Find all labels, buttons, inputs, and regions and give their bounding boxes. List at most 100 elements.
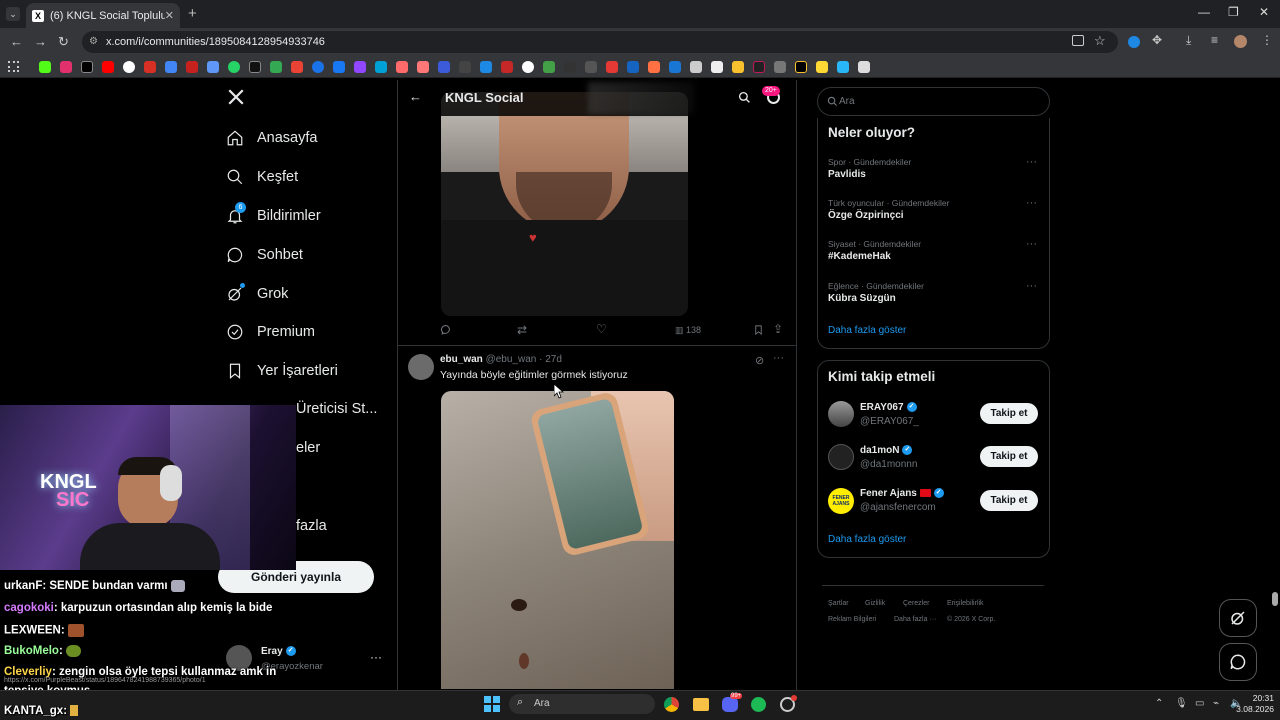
bookmark-icon-39[interactable] (837, 61, 849, 73)
bookmark-icon-23[interactable] (501, 61, 513, 73)
bookmark-icon-28[interactable] (606, 61, 618, 73)
footer-privacy[interactable]: Gizlilik (865, 600, 885, 607)
follow-show-more[interactable]: Daha fazla göster (828, 534, 906, 545)
menu-icon[interactable]: ⋮ (1261, 33, 1273, 47)
messages-float-button[interactable] (1219, 643, 1257, 681)
bookmark-icon-33[interactable] (711, 61, 723, 73)
bookmark-icon-5[interactable] (123, 61, 135, 73)
bookmark-icon-18[interactable] (396, 61, 408, 73)
share-icon[interactable]: ⇪ (773, 322, 783, 336)
post-image-1[interactable]: ♥ (441, 92, 688, 316)
bookmark-icon-27[interactable] (585, 61, 597, 73)
post-more-icon[interactable]: ··· (773, 352, 784, 364)
grok-float-button[interactable] (1219, 599, 1257, 637)
tab-active[interactable]: X (6) KNGL Social Topluluk / X ✕ (26, 3, 180, 28)
apps-icon[interactable] (8, 61, 19, 72)
avatar[interactable] (828, 444, 854, 470)
x-logo-icon[interactable] (227, 88, 245, 111)
spotify-icon[interactable] (751, 697, 766, 712)
follow-button[interactable]: Takip et (980, 446, 1038, 467)
taskbar-search[interactable]: ⌕ Ara (509, 694, 655, 714)
header-search-icon[interactable] (738, 91, 751, 109)
nav-home[interactable]: Anasayfa (226, 129, 317, 147)
bookmark-icon-32[interactable] (690, 61, 702, 73)
nav-creator-studio[interactable]: Üreticisi St... (296, 401, 377, 417)
repost-icon[interactable]: ⇄ (517, 323, 527, 337)
bookmark-icon-25[interactable] (543, 61, 555, 73)
trend-more-icon[interactable]: ··· (1026, 197, 1037, 209)
trend-name[interactable]: Özge Özpirinçci (828, 210, 904, 221)
bookmark-icon-10[interactable] (228, 61, 240, 73)
profile-avatar-icon[interactable] (1234, 35, 1247, 48)
bookmark-icon-36[interactable] (774, 61, 786, 73)
grok-post-icon[interactable]: ⊘ (755, 354, 764, 367)
discord-icon[interactable]: 99+ (722, 693, 743, 712)
back-icon[interactable]: ← (10, 34, 23, 49)
bookmark-icon-4[interactable] (102, 61, 114, 73)
bookmark-icon-38[interactable] (816, 61, 828, 73)
install-icon[interactable] (1072, 35, 1084, 46)
address-bar[interactable]: x.com/i/communities/1895084128954933746 (82, 31, 1118, 53)
bookmark-icon-16[interactable] (354, 61, 366, 73)
footer-accessibility[interactable]: Erişilebilirlik (947, 600, 984, 607)
tray-chevron-icon[interactable]: ⌃ (1155, 698, 1163, 709)
bookmark-icon-13[interactable] (291, 61, 303, 73)
download-icon[interactable]: ⤓ (1186, 33, 1191, 48)
tab-search-button[interactable]: ⌄ (6, 7, 20, 21)
views-stat[interactable]: ▥ 138 (675, 325, 701, 336)
suggested-account-name[interactable]: Fener Ajans ✓ (860, 488, 944, 499)
trend-more-icon[interactable]: ··· (1026, 156, 1037, 168)
footer-terms[interactable]: Şartlar (828, 600, 849, 607)
post-author-name[interactable]: ebu_wan (440, 354, 483, 365)
minimize-icon[interactable]: — (1198, 5, 1210, 19)
bookmark-icon-3[interactable] (81, 61, 93, 73)
bookmark-post-icon[interactable] (753, 323, 764, 341)
bookmark-icon-9[interactable] (207, 61, 219, 73)
bookmark-icon-19[interactable] (417, 61, 429, 73)
bookmark-icon-17[interactable] (375, 61, 387, 73)
extensions-icon[interactable]: ✥ (1152, 33, 1162, 47)
nav-lists[interactable]: eler (296, 440, 320, 456)
nav-explore[interactable]: Keşfet (226, 168, 298, 186)
new-tab-button[interactable]: + (188, 5, 197, 22)
page-scrollbar[interactable] (1272, 592, 1278, 606)
bookmark-icon-21[interactable] (459, 61, 471, 73)
bookmark-icon-1[interactable] (39, 61, 51, 73)
reload-icon[interactable]: ↻ (58, 34, 69, 50)
app-icon[interactable] (780, 695, 797, 712)
trend-more-icon[interactable]: ··· (1026, 238, 1037, 250)
follow-button[interactable]: Takip et (980, 490, 1038, 511)
bookmark-icon-15[interactable] (333, 61, 345, 73)
bookmark-icon-35[interactable] (753, 61, 765, 73)
search-bar[interactable]: Ara (817, 87, 1050, 116)
forward-icon[interactable]: → (34, 34, 47, 49)
bookmark-icon-24[interactable] (522, 61, 534, 73)
footer-more[interactable]: Daha fazla ··· (894, 616, 936, 623)
chrome-icon[interactable] (664, 697, 679, 712)
network-icon[interactable]: ⌁ (1213, 698, 1219, 709)
bookmark-icon-26[interactable] (564, 61, 576, 73)
trend-name[interactable]: #KademeHak (828, 251, 891, 262)
post-image-2[interactable] (441, 391, 674, 689)
suggested-account-name[interactable]: ERAY067 ✓ (860, 402, 917, 413)
bookmark-icon-40[interactable] (858, 61, 870, 73)
bookmark-icon-12[interactable] (270, 61, 282, 73)
footer-ads-info[interactable]: Reklam Bilgileri (828, 616, 876, 623)
bookmark-icon-11[interactable] (249, 61, 261, 73)
microphone-icon[interactable]: 🎙 (1175, 698, 1188, 709)
bookmark-icon-30[interactable] (648, 61, 660, 73)
display-icon[interactable]: ▭ (1195, 698, 1204, 709)
star-icon[interactable]: ☆ (1094, 33, 1106, 49)
post-avatar[interactable] (408, 354, 434, 380)
nav-chat[interactable]: Sohbet (226, 246, 303, 264)
reply-icon[interactable] (440, 323, 452, 341)
explorer-icon[interactable] (693, 698, 709, 711)
bookmark-icon-34[interactable] (732, 61, 744, 73)
bookmark-icon-20[interactable] (438, 61, 450, 73)
bookmark-icon-7[interactable] (165, 61, 177, 73)
site-info-icon[interactable]: ⚙ (89, 36, 98, 47)
nav-bookmarks[interactable]: Yer İşaretleri (226, 362, 338, 380)
bookmark-icon-14[interactable] (312, 61, 324, 73)
back-arrow-icon[interactable]: ← (409, 89, 422, 104)
trends-show-more[interactable]: Daha fazla göster (828, 325, 906, 336)
